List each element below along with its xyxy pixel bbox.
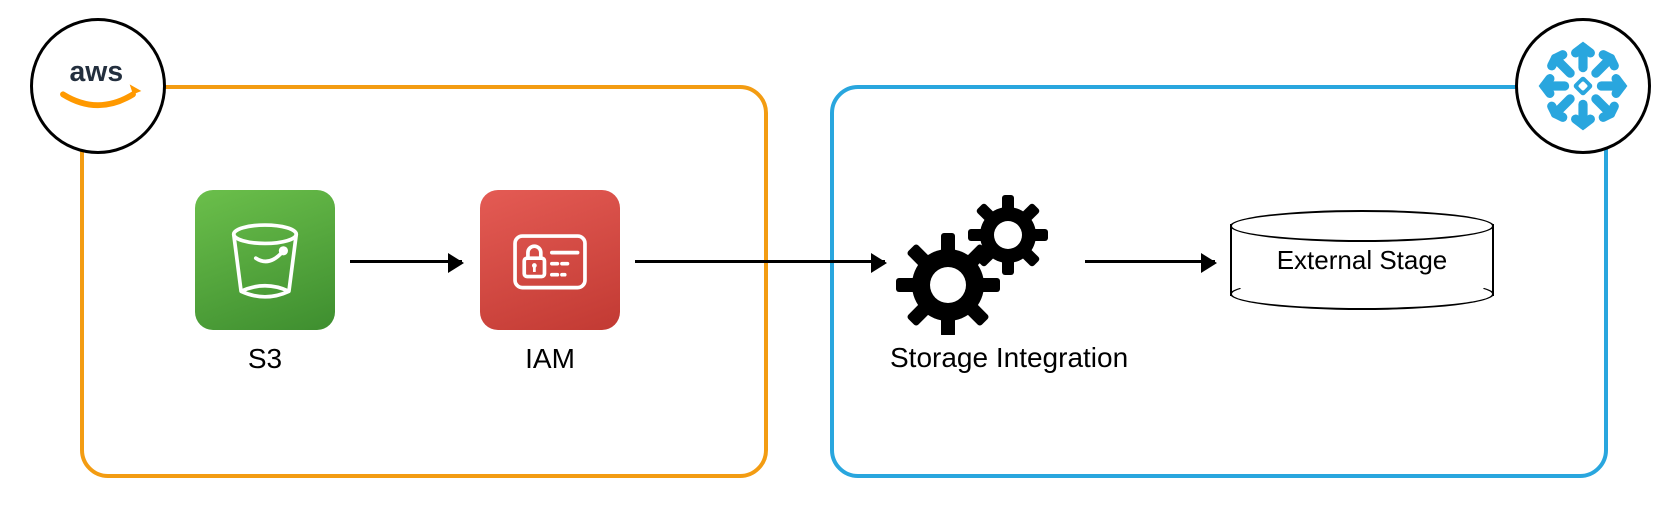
external-stage-node: External Stage: [1230, 210, 1490, 310]
aws-logo-icon: aws: [48, 51, 148, 121]
cylinder-icon: External Stage: [1230, 210, 1490, 310]
s3-tile: [195, 190, 335, 330]
external-stage-label: External Stage: [1277, 245, 1448, 276]
s3-node: S3: [195, 190, 335, 376]
snowflake-badge: [1515, 18, 1651, 154]
iam-node: IAM: [480, 190, 620, 376]
s3-label: S3: [195, 342, 335, 376]
iam-credentials-icon: [504, 214, 596, 306]
diagram-canvas: aws: [0, 0, 1680, 521]
s3-bucket-icon: [219, 214, 311, 306]
arrow-storage-integration-to-external-stage: [1085, 260, 1215, 263]
arrow-iam-to-storage-integration: [635, 260, 885, 263]
iam-tile: [480, 190, 620, 330]
iam-label: IAM: [480, 342, 620, 376]
arrow-s3-to-iam: [350, 260, 462, 263]
gears-icon: [890, 185, 1070, 335]
storage-integration-label: Storage Integration: [890, 341, 1128, 375]
aws-group-box: [80, 85, 768, 478]
aws-badge: aws: [30, 18, 166, 154]
storage-integration-node: Storage Integration: [890, 185, 1128, 375]
svg-text:aws: aws: [70, 56, 124, 88]
snowflake-logo-icon: [1537, 40, 1629, 132]
